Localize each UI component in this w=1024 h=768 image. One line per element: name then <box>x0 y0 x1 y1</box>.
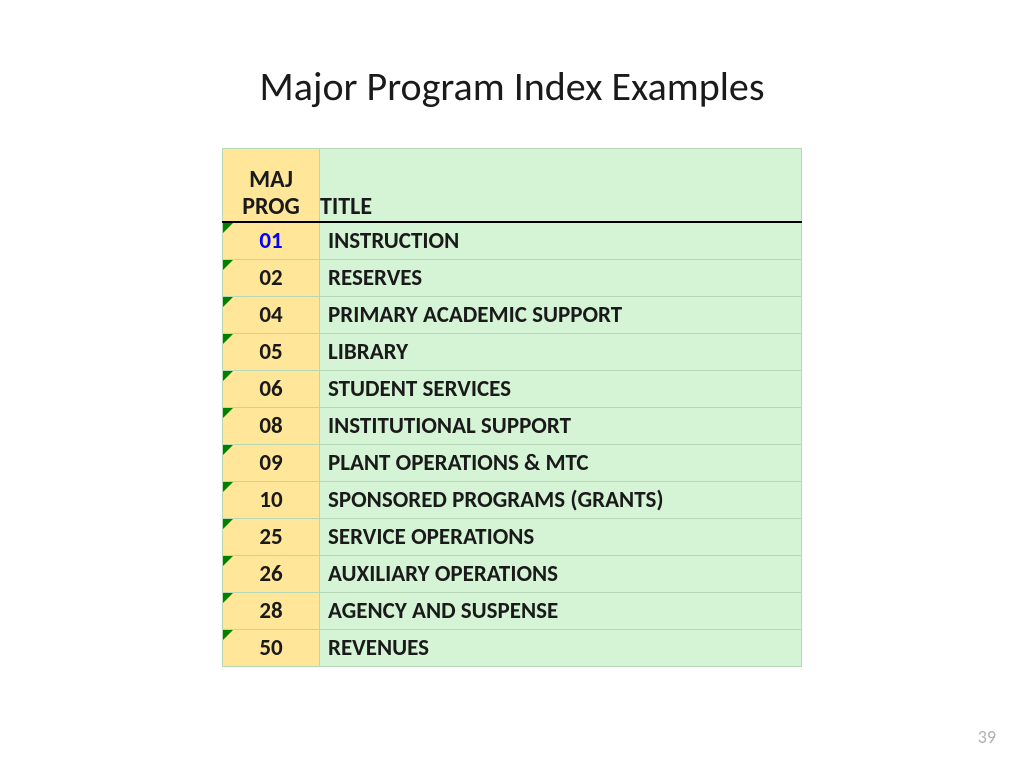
column-header-title: TITLE <box>320 149 802 223</box>
program-code-cell: 01 <box>223 222 320 260</box>
program-title-cell: PRIMARY ACADEMIC SUPPORT <box>320 297 802 334</box>
table-row: 04 PRIMARY ACADEMIC SUPPORT <box>223 297 802 334</box>
program-title-cell: LIBRARY <box>320 334 802 371</box>
program-code: 05 <box>259 338 282 366</box>
program-code-cell: 02 <box>223 260 320 297</box>
program-code-cell: 25 <box>223 519 320 556</box>
table-header-row: MAJ PROG TITLE <box>223 149 802 223</box>
page-number: 39 <box>978 726 996 748</box>
table-row: 26 AUXILIARY OPERATIONS <box>223 556 802 593</box>
error-indicator-icon <box>223 260 233 270</box>
error-indicator-icon <box>223 334 233 344</box>
program-title-cell: INSTITUTIONAL SUPPORT <box>320 408 802 445</box>
program-code-cell: 06 <box>223 371 320 408</box>
error-indicator-icon <box>223 519 233 529</box>
table-row: 28 AGENCY AND SUSPENSE <box>223 593 802 630</box>
program-title-cell: STUDENT SERVICES <box>320 371 802 408</box>
program-index-table: MAJ PROG TITLE 01INSTRUCTION02RESERVES04… <box>222 148 802 667</box>
table-row: 02 RESERVES <box>223 260 802 297</box>
program-code-cell: 05 <box>223 334 320 371</box>
program-code: 02 <box>259 264 282 292</box>
program-code: 06 <box>259 375 282 403</box>
program-code: 09 <box>259 449 282 477</box>
program-title-cell: SERVICE OPERATIONS <box>320 519 802 556</box>
program-code: 08 <box>259 412 282 440</box>
table-row: 09 PLANT OPERATIONS & MTC <box>223 445 802 482</box>
column-header-code-line2: PROG <box>242 192 300 221</box>
error-indicator-icon <box>223 408 233 418</box>
program-code: 26 <box>259 560 282 588</box>
program-code-cell: 08 <box>223 408 320 445</box>
column-header-code-line1: MAJ <box>249 165 293 194</box>
error-indicator-icon <box>223 630 233 640</box>
program-code: 28 <box>259 597 282 625</box>
program-title-cell: INSTRUCTION <box>320 222 802 260</box>
program-title-cell: RESERVES <box>320 260 802 297</box>
program-title-cell: SPONSORED PROGRAMS (GRANTS) <box>320 482 802 519</box>
table-row: 01 INSTRUCTION <box>223 222 802 260</box>
program-title-cell: PLANT OPERATIONS & MTC <box>320 445 802 482</box>
error-indicator-icon <box>223 371 233 381</box>
error-indicator-icon <box>223 445 233 455</box>
error-indicator-icon <box>223 593 233 603</box>
slide: Major Program Index Examples MAJ PROG TI… <box>0 0 1024 768</box>
slide-title: Major Program Index Examples <box>0 62 1024 111</box>
program-title-cell: AGENCY AND SUSPENSE <box>320 593 802 630</box>
program-code: 10 <box>259 486 282 514</box>
table-row: 06 STUDENT SERVICES <box>223 371 802 408</box>
program-code: 04 <box>259 301 282 329</box>
program-code-cell: 28 <box>223 593 320 630</box>
program-title-cell: AUXILIARY OPERATIONS <box>320 556 802 593</box>
program-code: 50 <box>259 634 282 662</box>
error-indicator-icon <box>223 297 233 307</box>
program-code: 01 <box>259 227 282 255</box>
program-code-cell: 26 <box>223 556 320 593</box>
table-row: 05 LIBRARY <box>223 334 802 371</box>
table-row: 50 REVENUES <box>223 630 802 667</box>
table-row: 10 SPONSORED PROGRAMS (GRANTS) <box>223 482 802 519</box>
table-row: 08 INSTITUTIONAL SUPPORT <box>223 408 802 445</box>
program-code-cell: 50 <box>223 630 320 667</box>
table-body: MAJ PROG TITLE 01INSTRUCTION02RESERVES04… <box>223 149 802 667</box>
program-code: 25 <box>259 523 282 551</box>
program-title-cell: REVENUES <box>320 630 802 667</box>
program-code-cell: 04 <box>223 297 320 334</box>
error-indicator-icon <box>223 482 233 492</box>
error-indicator-icon <box>223 223 233 233</box>
program-code-cell: 10 <box>223 482 320 519</box>
table-row: 25 SERVICE OPERATIONS <box>223 519 802 556</box>
program-code-cell: 09 <box>223 445 320 482</box>
error-indicator-icon <box>223 556 233 566</box>
column-header-code: MAJ PROG <box>223 149 320 223</box>
